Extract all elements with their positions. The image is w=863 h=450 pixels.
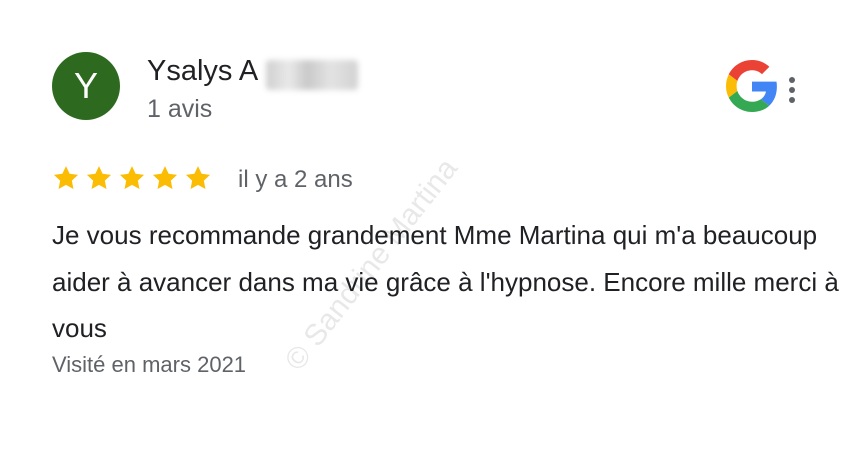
avatar[interactable]: Y (52, 52, 120, 120)
menu-dot (789, 77, 795, 83)
redacted-surname (266, 60, 358, 90)
star-icon (152, 166, 178, 189)
author-name[interactable]: Ysalys A (147, 55, 258, 88)
menu-dot (789, 87, 795, 93)
menu-dot (789, 97, 795, 103)
star-icon (119, 166, 145, 189)
avatar-letter: Y (73, 65, 98, 106)
star-rating (52, 164, 212, 192)
star-icon (53, 166, 79, 189)
review-count: 1 avis (147, 95, 213, 123)
google-g-icon (726, 60, 777, 112)
more-vert-icon[interactable] (782, 70, 802, 110)
review-time: il y a 2 ans (238, 166, 353, 193)
review-card: Y Ysalys A 1 avis il y a 2 ans Je vous r… (0, 0, 863, 450)
star-icon (86, 166, 112, 189)
star-icon (185, 166, 211, 189)
review-text: Je vous recommande grandement Mme Martin… (52, 220, 839, 343)
visit-date: Visité en mars 2021 (52, 352, 247, 377)
